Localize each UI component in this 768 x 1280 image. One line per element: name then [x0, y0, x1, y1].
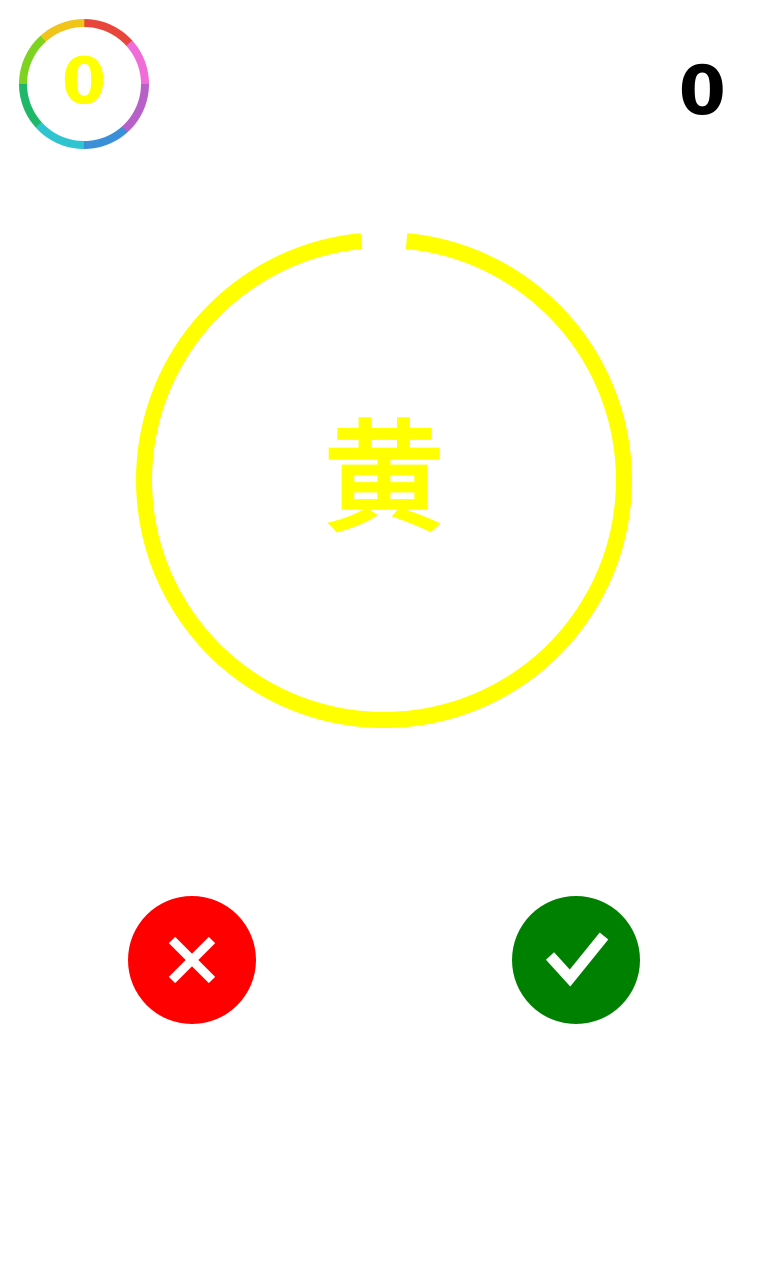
correct-answer-button[interactable] — [512, 896, 640, 1024]
checkmark-icon — [545, 932, 609, 987]
close-icon — [168, 936, 216, 984]
combo-badge: 0 — [18, 18, 150, 150]
badge-value: 0 — [61, 45, 107, 119]
color-word: 黄 — [324, 410, 444, 549]
timer-ring: 黄 — [134, 230, 634, 730]
wrong-answer-button[interactable] — [128, 896, 256, 1024]
score-counter: 0 — [678, 52, 726, 131]
